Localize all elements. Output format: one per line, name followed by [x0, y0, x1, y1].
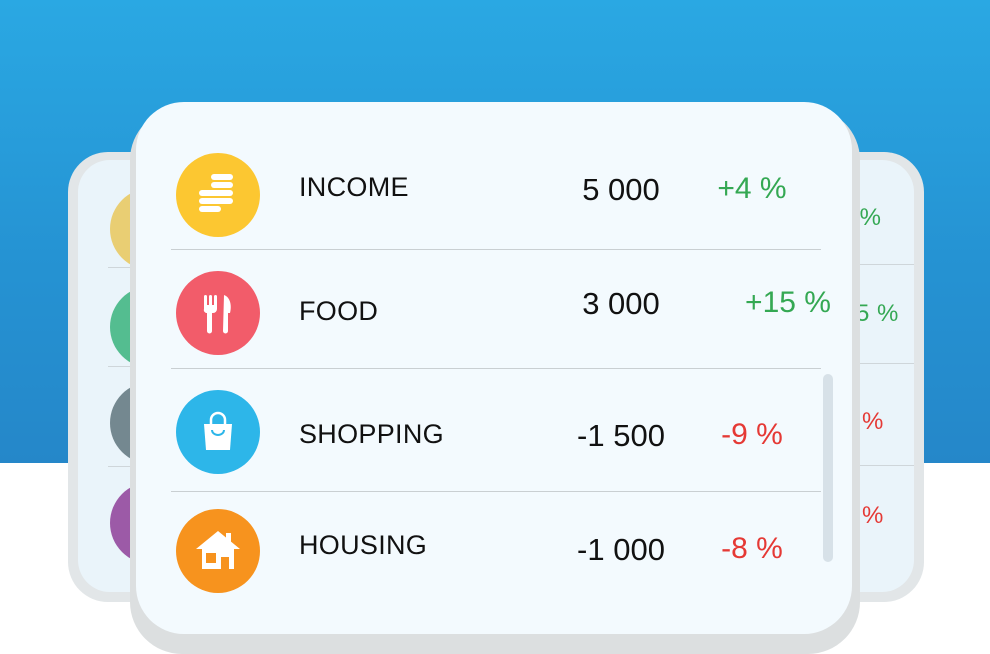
amount-value: 3 000: [582, 286, 660, 321]
shopping-bag-icon: [176, 390, 260, 474]
category-label: INCOME: [299, 172, 409, 202]
category-label: FOOD: [299, 296, 379, 326]
category-label: SHOPPING: [299, 419, 444, 449]
change-value: -8 %: [721, 532, 783, 565]
change-value: +15 %: [745, 286, 831, 319]
row-divider: [171, 249, 821, 250]
category-label: HOUSING: [299, 530, 428, 560]
change-value: -9 %: [721, 418, 783, 451]
row-divider: [171, 491, 821, 492]
back-change-3: %: [862, 408, 884, 435]
budget-card: INCOME 5 000 +4 % FOOD 3 000 +15 % SHOPP…: [136, 102, 852, 634]
list-item-food[interactable]: FOOD 3 000 +15 %: [171, 266, 831, 384]
list-item-shopping[interactable]: SHOPPING -1 500 -9 %: [171, 385, 821, 503]
coins-icon: [176, 153, 260, 237]
list-item-housing[interactable]: HOUSING -1 000 -8 %: [171, 504, 821, 622]
amount-value: 5 000: [582, 172, 660, 207]
amount-value: -1 000: [577, 532, 665, 567]
change-value: +4 %: [717, 172, 787, 205]
house-icon: [176, 509, 260, 593]
back-change-2: 5 %: [856, 300, 899, 327]
fork-knife-icon: [176, 271, 260, 355]
back-change-4: %: [862, 502, 884, 529]
row-divider: [171, 368, 821, 369]
vertical-scrollbar[interactable]: [823, 374, 833, 562]
amount-value: -1 500: [577, 418, 665, 453]
